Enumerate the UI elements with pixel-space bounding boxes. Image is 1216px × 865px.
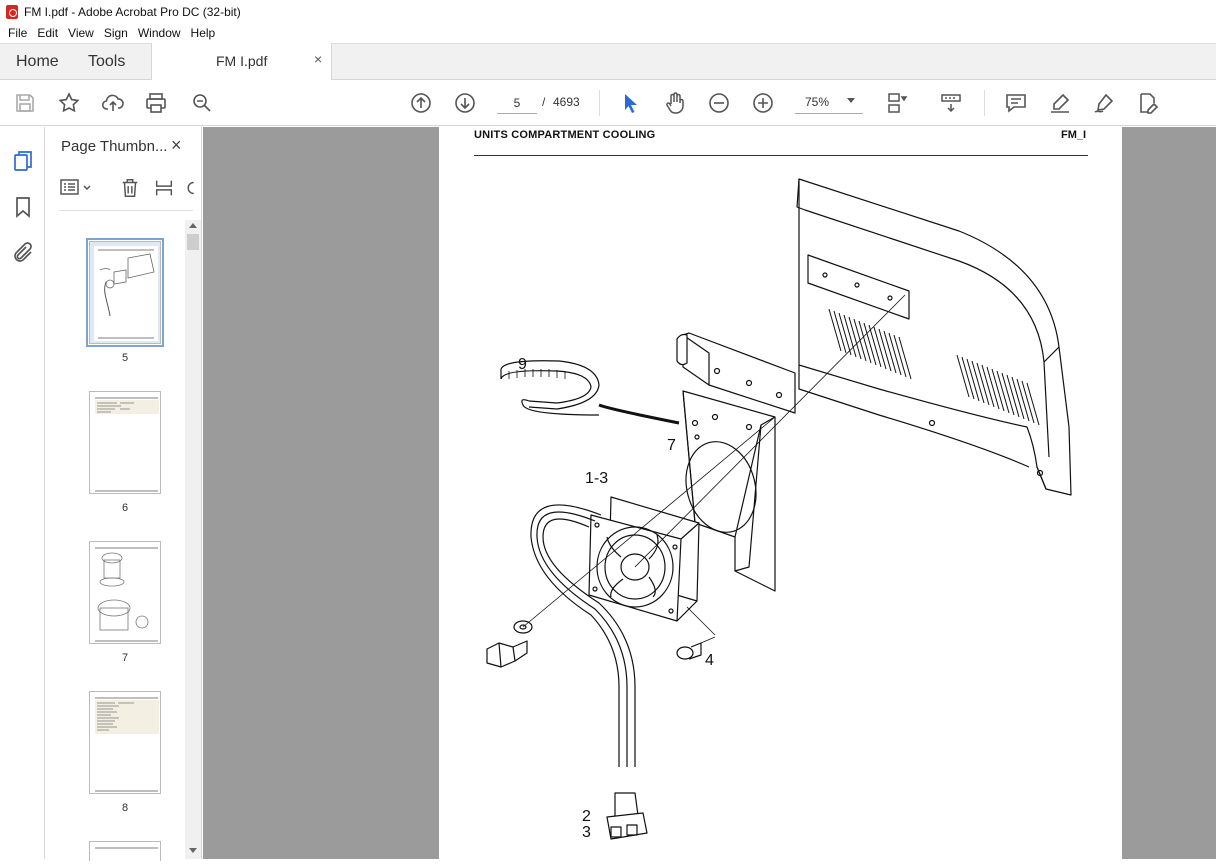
page-thumbnail-6[interactable]: [89, 391, 161, 494]
callout-9: 9: [518, 356, 527, 373]
more-tools-icon[interactable]: [185, 177, 195, 202]
page-thumbnail-8[interactable]: [89, 691, 161, 794]
exploded-parts-drawing: [486, 178, 1072, 840]
menu-window[interactable]: Window: [133, 26, 186, 40]
zoom-in-icon[interactable]: [751, 91, 775, 115]
comment-icon[interactable]: [1004, 91, 1028, 115]
save-icon[interactable]: [13, 91, 37, 115]
window-title: FM I.pdf - Adobe Acrobat Pro DC (32-bit): [24, 4, 241, 19]
page-number-input[interactable]: [497, 92, 537, 114]
bookmarks-icon[interactable]: [11, 195, 35, 219]
toolbar-divider: [984, 90, 985, 116]
callout-3: 3: [582, 824, 591, 841]
tab-home[interactable]: Home: [16, 44, 59, 80]
menu-edit[interactable]: Edit: [32, 26, 63, 40]
select-cursor-icon[interactable]: [619, 91, 643, 115]
draw-sign-icon[interactable]: [1092, 91, 1116, 115]
thumbnail-options-icon[interactable]: [59, 177, 93, 202]
bookmark-star-icon[interactable]: [57, 91, 81, 115]
upload-cloud-icon[interactable]: [101, 91, 125, 115]
thumbnail-label: 5: [121, 352, 129, 364]
tab-document[interactable]: FM I.pdf ×: [151, 43, 332, 80]
page-thumbnails-panel: Page Thumbn... × 5 6 7 8: [45, 127, 202, 861]
panel-divider: [59, 210, 193, 211]
previous-page-icon[interactable]: [409, 91, 433, 115]
scrolling-mode-icon[interactable]: [939, 91, 963, 115]
page-total: 4693: [553, 95, 580, 109]
find-zoom-icon[interactable]: [190, 91, 214, 115]
callout-7: 7: [667, 437, 676, 454]
menu-bar: File Edit View Sign Window Help: [0, 23, 1216, 43]
rotate-page-icon[interactable]: [153, 177, 175, 202]
callout-4: 4: [705, 652, 714, 669]
callout-1-3: 1-3: [585, 470, 609, 487]
thumbnails-scrollbar[interactable]: [185, 220, 201, 859]
tab-bar: Home Tools FM I.pdf ×: [0, 43, 1216, 80]
document-viewer[interactable]: UNITS COMPARTMENT COOLING FM_I 9 7 1-3 4…: [203, 127, 1216, 859]
tab-tools[interactable]: Tools: [88, 44, 125, 80]
title-bar: FM I.pdf - Adobe Acrobat Pro DC (32-bit): [0, 0, 1216, 23]
menu-view[interactable]: View: [63, 26, 99, 40]
edit-pdf-icon[interactable]: [1136, 91, 1160, 115]
scroll-up-icon[interactable]: [189, 223, 197, 228]
thumbnail-label: 6: [121, 502, 129, 514]
thumbnail-label: 8: [121, 802, 129, 814]
thumbnail-label: 7: [121, 652, 129, 664]
page-separator: /: [542, 95, 546, 109]
thumbnail-tools: [59, 177, 199, 203]
close-tab-icon[interactable]: ×: [314, 51, 322, 67]
zoom-level-value: 75%: [805, 95, 830, 109]
next-page-icon[interactable]: [453, 91, 477, 115]
zoom-level-dropdown[interactable]: 75%: [795, 92, 863, 114]
document-tab-label: FM I.pdf: [216, 53, 268, 69]
menu-sign[interactable]: Sign: [99, 26, 133, 40]
page-display-icon[interactable]: [884, 91, 908, 115]
menu-help[interactable]: Help: [186, 26, 221, 40]
print-icon[interactable]: [144, 91, 168, 115]
panel-title: Page Thumbn...: [61, 138, 168, 155]
delete-page-icon[interactable]: [119, 177, 141, 202]
zoom-out-icon[interactable]: [707, 91, 731, 115]
page-thumbnail-7[interactable]: [89, 541, 161, 644]
scrollbar-thumb[interactable]: [187, 234, 199, 250]
attachments-paperclip-icon[interactable]: [11, 241, 35, 265]
close-panel-icon[interactable]: ×: [171, 135, 182, 156]
chevron-down-icon: [847, 98, 855, 103]
acrobat-app-icon: [6, 4, 18, 19]
hand-tool-icon[interactable]: [663, 91, 687, 115]
navigation-rail: [0, 127, 45, 859]
menu-file[interactable]: File: [3, 26, 32, 40]
pdf-page: UNITS COMPARTMENT COOLING FM_I 9 7 1-3 4…: [439, 127, 1122, 859]
main-toolbar: / 4693 75%: [0, 80, 1216, 126]
page-thumbnail-5[interactable]: [86, 238, 164, 347]
page-thumbnail-9[interactable]: [89, 841, 161, 861]
page-thumbnails-icon[interactable]: [11, 149, 35, 173]
scroll-down-icon[interactable]: [189, 848, 197, 853]
highlight-pen-icon[interactable]: [1048, 91, 1072, 115]
toolbar-divider: [599, 90, 600, 116]
